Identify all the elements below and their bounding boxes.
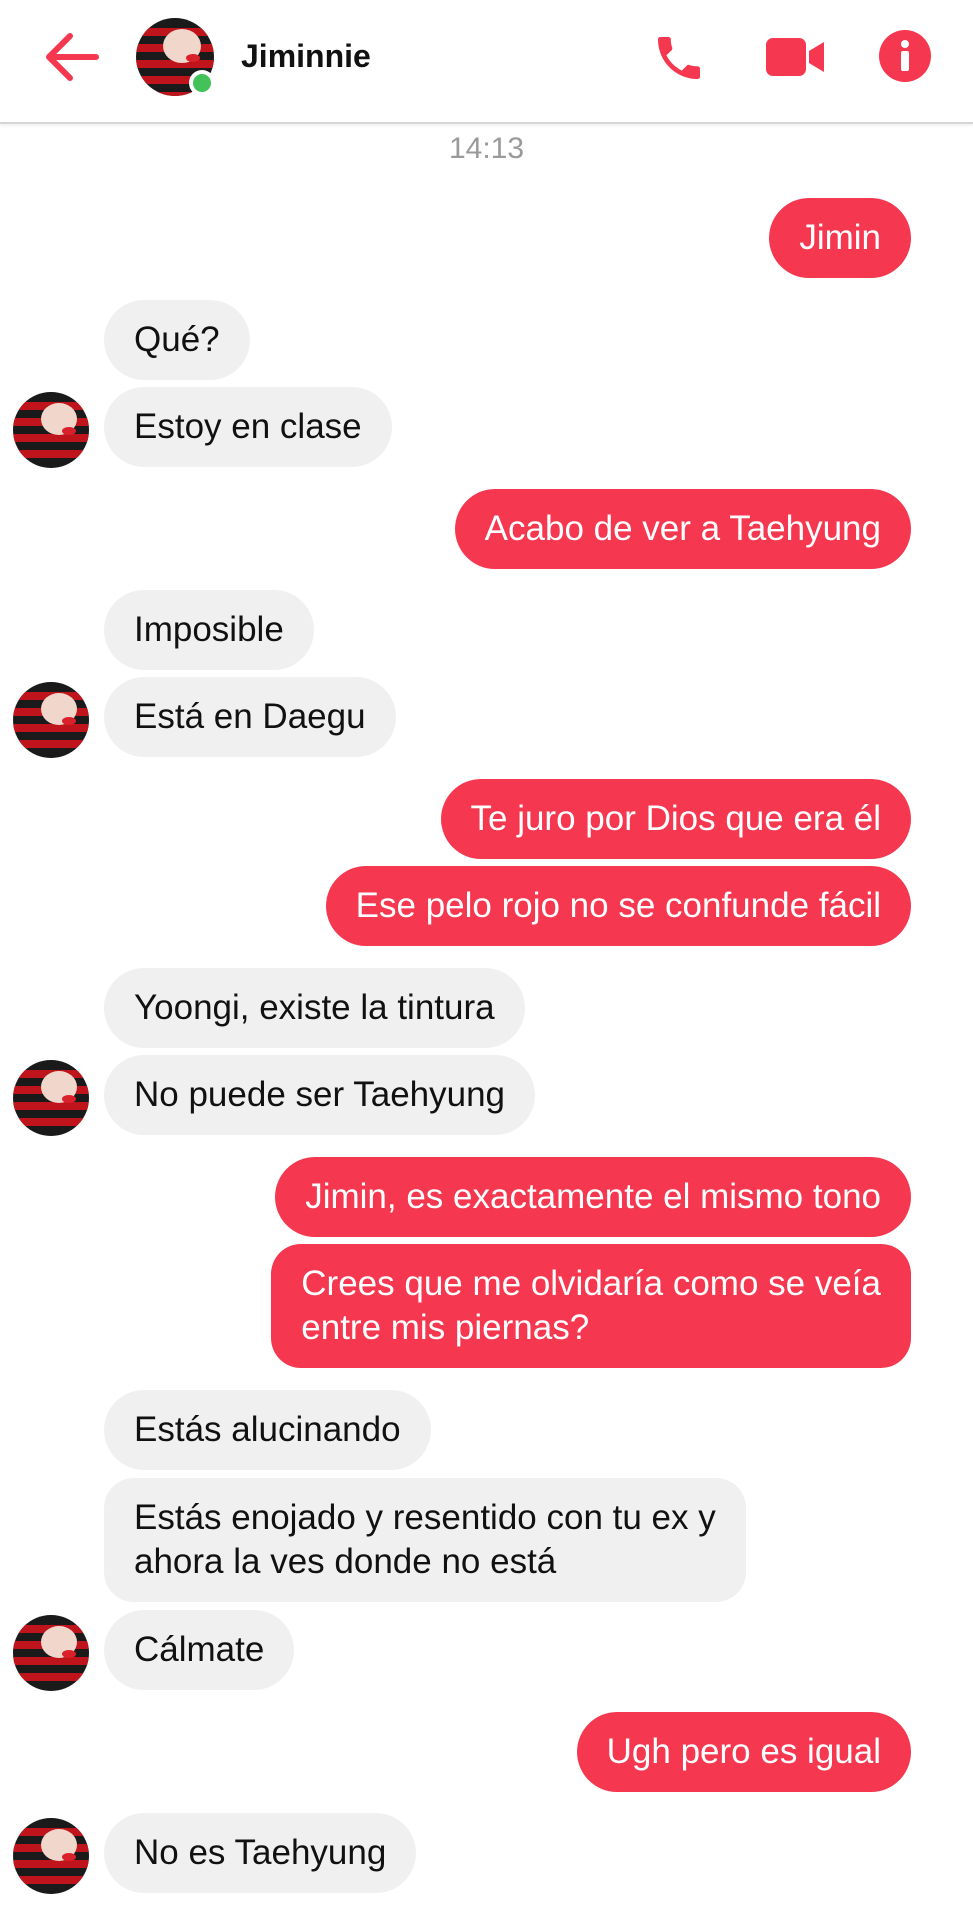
video-camera-icon[interactable] [764,34,826,80]
received-message[interactable]: No puede ser Taehyung [104,1055,536,1135]
sender-avatar[interactable] [13,682,89,758]
message-timestamp: 14:13 [448,132,525,165]
sent-message[interactable]: Jimin, es exactamente el mismo tono [275,1157,911,1237]
received-message[interactable]: No es Taehyung [104,1813,417,1893]
received-message[interactable]: Qué? [104,300,250,380]
info-icon[interactable] [879,30,931,82]
received-message[interactable]: Imposible [104,590,314,670]
sender-avatar[interactable] [13,392,89,468]
sent-message[interactable]: Ese pelo rojo no se confunde fácil [325,866,911,946]
received-message[interactable]: Está en Daegu [104,677,396,757]
received-message[interactable]: Estás enojado y resentido con tu ex y ah… [104,1478,746,1602]
received-message[interactable]: Estás alucinando [104,1390,431,1470]
sender-avatar[interactable] [13,1818,89,1894]
online-status-indicator [189,70,215,96]
sender-avatar[interactable] [13,1060,89,1136]
sender-avatar[interactable] [13,1615,89,1691]
sent-message[interactable]: Jimin [769,198,911,278]
sent-message[interactable]: Te juro por Dios que era él [440,779,911,859]
sent-message[interactable]: Acabo de ver a Taehyung [454,489,911,569]
received-message[interactable]: Cálmate [104,1610,295,1690]
back-arrow-icon[interactable] [42,30,102,84]
received-message[interactable]: Yoongi, existe la tintura [104,968,525,1048]
sent-message[interactable]: Crees que me olvidaría como se veía entr… [271,1244,911,1368]
chat-header: Jiminnie [0,0,973,124]
sent-message[interactable]: Ugh pero es igual [576,1712,911,1792]
phone-icon[interactable] [651,30,707,86]
received-message[interactable]: Estoy en clase [104,387,392,467]
contact-name[interactable]: Jiminnie [241,38,371,75]
